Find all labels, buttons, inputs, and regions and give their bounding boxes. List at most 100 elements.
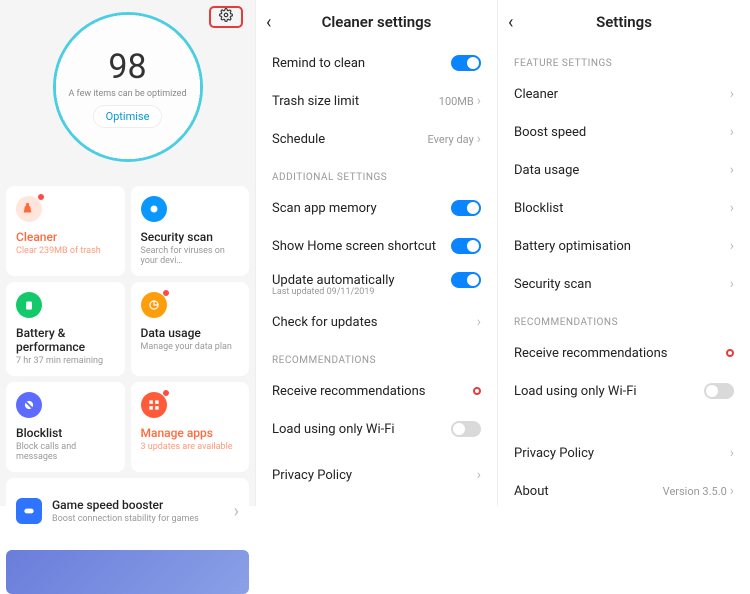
card-game-speed-booster[interactable]: Game speed booster Boost connection stab… xyxy=(6,478,249,544)
row-remind-to-clean[interactable]: Remind to clean xyxy=(256,44,497,82)
apps-icon xyxy=(141,392,167,418)
security-settings-screen: ‹ Settings FEATURE SETTINGS Cleaner › Bo… xyxy=(498,0,750,506)
card-subtitle: Search for viruses on your devi… xyxy=(141,246,240,266)
battery-icon xyxy=(16,292,42,318)
card-title: Game speed booster xyxy=(52,498,224,512)
toggle-auto-update[interactable] xyxy=(451,272,481,288)
row-value: Version 3.5.0 xyxy=(663,485,727,498)
chevron-right-icon: › xyxy=(730,483,734,499)
row-label: Security scan xyxy=(514,277,592,292)
score-ring: 98 A few items can be optimized Optimise xyxy=(53,12,203,162)
card-data-usage[interactable]: Data usage Manage your data plan xyxy=(131,282,250,376)
row-label: Trash size limit xyxy=(272,94,359,109)
blocklist-icon xyxy=(16,392,42,418)
row-home-shortcut[interactable]: Show Home screen shortcut xyxy=(256,227,497,265)
row-label: Battery optimisation xyxy=(514,239,631,254)
card-blocklist[interactable]: Blocklist Block calls and messages xyxy=(6,382,125,472)
feature-grid: Cleaner Clear 239MB of trash Security sc… xyxy=(0,180,255,550)
row-privacy-policy[interactable]: Privacy Policy › xyxy=(498,434,750,472)
shield-scan-icon xyxy=(141,196,167,222)
toggle-scan-memory[interactable] xyxy=(451,200,481,216)
row-label: Schedule xyxy=(272,132,325,147)
chevron-right-icon: › xyxy=(730,200,734,216)
card-title: Blocklist xyxy=(16,426,115,440)
page-title: Cleaner settings xyxy=(256,13,497,31)
row-receive-recommendations[interactable]: Receive recommendations xyxy=(498,334,750,372)
notification-dot xyxy=(163,390,169,396)
score-subtitle: A few items can be optimized xyxy=(68,89,186,99)
chevron-right-icon: › xyxy=(730,162,734,178)
chevron-right-icon: › xyxy=(234,501,239,522)
row-security-scan[interactable]: Security scan › xyxy=(498,265,750,303)
row-boost-speed[interactable]: Boost speed › xyxy=(498,113,750,151)
row-check-updates[interactable]: Check for updates › xyxy=(256,303,497,341)
row-label: Data usage xyxy=(514,163,579,178)
chevron-right-icon: › xyxy=(730,86,734,102)
row-trash-size-limit[interactable]: Trash size limit 100MB› xyxy=(256,82,497,120)
row-label: Receive recommendations xyxy=(514,346,668,361)
toggle-highlight xyxy=(726,349,734,357)
row-load-wifi-only[interactable]: Load using only Wi-Fi xyxy=(498,372,750,410)
card-title: Data usage xyxy=(141,326,240,340)
row-schedule[interactable]: Schedule Every day› xyxy=(256,120,497,158)
row-data-usage[interactable]: Data usage › xyxy=(498,151,750,189)
chevron-right-icon: › xyxy=(730,276,734,292)
row-label: Boost speed xyxy=(514,125,586,140)
card-security-scan[interactable]: Security scan Search for viruses on your… xyxy=(131,186,250,276)
row-label: Receive recommendations xyxy=(272,384,426,399)
section-header-feature: FEATURE SETTINGS xyxy=(498,44,750,75)
row-label: Update automatically xyxy=(272,273,395,288)
optimise-button[interactable]: Optimise xyxy=(93,105,163,128)
card-title: Battery & performance xyxy=(16,326,115,354)
card-title: Security scan xyxy=(141,230,240,244)
row-blocklist[interactable]: Blocklist › xyxy=(498,189,750,227)
chevron-right-icon: › xyxy=(730,124,734,140)
gear-icon[interactable] xyxy=(219,8,233,26)
toggle-wifi-only[interactable] xyxy=(704,383,734,399)
section-header-recommendations: RECOMMENDATIONS xyxy=(256,341,497,372)
section-header-recommendations: RECOMMENDATIONS xyxy=(498,303,750,334)
row-sublabel: Last updated 09/11/2019 xyxy=(256,287,497,303)
card-cleaner[interactable]: Cleaner Clear 239MB of trash xyxy=(6,186,125,276)
toggle-remind[interactable] xyxy=(451,55,481,71)
chevron-right-icon: › xyxy=(730,238,734,254)
toggle-home-shortcut[interactable] xyxy=(451,238,481,254)
row-label: Load using only Wi-Fi xyxy=(272,422,395,437)
row-value: Every day xyxy=(428,133,474,146)
card-battery-performance[interactable]: Battery & performance 7 hr 37 min remain… xyxy=(6,282,125,376)
toggle-wifi-only[interactable] xyxy=(451,421,481,437)
row-label: Cleaner xyxy=(514,87,558,102)
broom-icon xyxy=(16,196,42,222)
game-speed-banner xyxy=(6,550,249,594)
row-label: Check for updates xyxy=(272,315,377,330)
notification-dot xyxy=(163,290,169,296)
row-battery-optimisation[interactable]: Battery optimisation › xyxy=(498,227,750,265)
chevron-right-icon: › xyxy=(477,131,481,147)
header: ‹ Settings xyxy=(498,0,750,44)
data-usage-icon xyxy=(141,292,167,318)
card-manage-apps[interactable]: Manage apps 3 updates are available xyxy=(131,382,250,472)
chevron-right-icon: › xyxy=(477,93,481,109)
row-about[interactable]: About Version 3.5.0› xyxy=(498,472,750,510)
row-scan-app-memory[interactable]: Scan app memory xyxy=(256,189,497,227)
notification-dot xyxy=(38,194,44,200)
card-subtitle: Block calls and messages xyxy=(16,442,115,462)
page-title: Settings xyxy=(498,13,750,31)
row-receive-recommendations[interactable]: Receive recommendations xyxy=(256,372,497,410)
row-label: About xyxy=(514,484,549,499)
chevron-right-icon: › xyxy=(730,445,734,461)
row-label: Show Home screen shortcut xyxy=(272,239,436,254)
cleaner-settings-screen: ‹ Cleaner settings Remind to clean Trash… xyxy=(256,0,498,506)
row-label: Privacy Policy xyxy=(272,468,352,483)
header: ‹ Cleaner settings xyxy=(256,0,497,44)
card-subtitle: 7 hr 37 min remaining xyxy=(16,356,115,366)
row-privacy-policy[interactable]: Privacy Policy › xyxy=(256,456,497,494)
settings-gear-highlight xyxy=(209,6,243,28)
row-cleaner[interactable]: Cleaner › xyxy=(498,75,750,113)
security-app-home: 98 A few items can be optimized Optimise… xyxy=(0,0,256,506)
home-header: 98 A few items can be optimized Optimise xyxy=(0,0,255,180)
row-load-wifi-only[interactable]: Load using only Wi-Fi xyxy=(256,410,497,448)
score-value: 98 xyxy=(108,47,146,87)
row-label: Scan app memory xyxy=(272,201,377,216)
chevron-right-icon: › xyxy=(477,314,481,330)
